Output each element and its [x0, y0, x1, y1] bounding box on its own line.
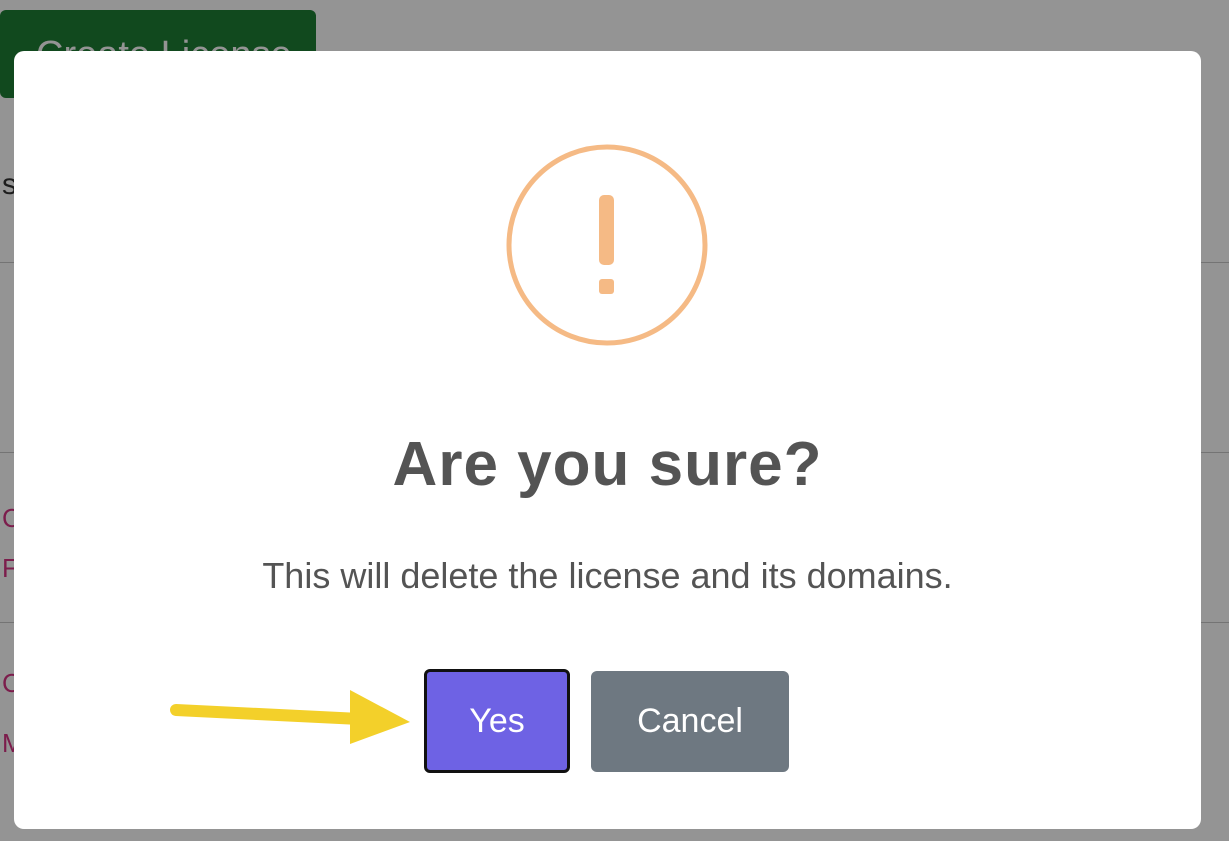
dialog-message: This will delete the license and its dom…: [262, 555, 953, 596]
yellow-arrow-icon: [170, 690, 410, 744]
dialog-title: Are you sure?: [392, 430, 823, 499]
yes-button[interactable]: Yes: [424, 669, 570, 773]
cancel-button[interactable]: Cancel: [591, 671, 789, 772]
exclamation-circle-icon: [506, 144, 708, 346]
